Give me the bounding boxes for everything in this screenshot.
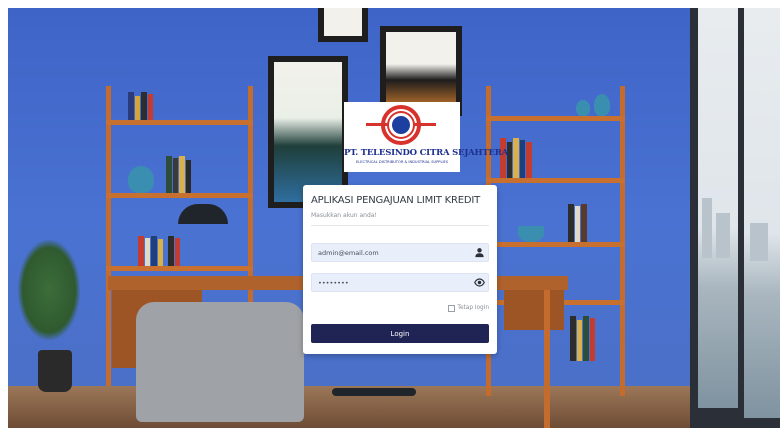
book (581, 204, 587, 242)
book (158, 239, 163, 266)
book (513, 138, 519, 178)
desk-drawers (504, 290, 564, 330)
book (141, 92, 147, 120)
login-button[interactable]: Login (311, 324, 489, 343)
shelf-post (620, 86, 625, 396)
vase (594, 94, 610, 116)
email-input[interactable] (312, 244, 472, 261)
company-name: PT. TELESINDO CITRA SEJAHTERA (344, 148, 509, 158)
page: PT. TELESINDO CITRA SEJAHTERA ELECTRICAL… (0, 0, 780, 428)
book (145, 238, 150, 266)
company-logo: PT. TELESINDO CITRA SEJAHTERA ELECTRICAL… (344, 102, 509, 172)
login-title: APLIKASI PENGAJUAN LIMIT KREDIT (311, 195, 481, 206)
remember-label: Tetap login (457, 305, 489, 311)
password-input[interactable] (312, 274, 472, 291)
book (500, 138, 506, 178)
email-field-wrapper (311, 243, 489, 262)
vase (576, 100, 590, 116)
shelf-board (486, 242, 625, 247)
office-chair (136, 302, 304, 422)
eye-icon[interactable] (474, 277, 485, 288)
picture-art-left (274, 62, 342, 202)
book (583, 316, 589, 361)
remember-checkbox[interactable] (448, 304, 456, 312)
shelf-post (106, 86, 111, 386)
book (135, 96, 140, 120)
desk-leg (544, 290, 550, 428)
shelf-board (106, 120, 253, 125)
chair-base (332, 388, 416, 396)
book (186, 160, 191, 193)
book (590, 318, 595, 361)
window-pane-right (744, 8, 780, 418)
logo-emblem (389, 113, 413, 137)
book (570, 316, 576, 361)
book (151, 236, 157, 266)
book (128, 92, 134, 120)
shelf-board (486, 116, 625, 121)
book (173, 158, 178, 193)
book (175, 238, 180, 266)
picture-art-top (324, 8, 362, 36)
shelf-board (106, 193, 253, 198)
book (168, 236, 174, 266)
company-tagline: ELECTRICAL DISTRIBUTOR & INDUSTRIAL SUPP… (355, 160, 449, 164)
user-icon (475, 248, 484, 258)
password-field-wrapper (311, 273, 489, 292)
city-building (750, 223, 768, 261)
book (166, 156, 172, 193)
remember-login[interactable]: Tetap login (448, 303, 489, 313)
plant-leaves (18, 240, 80, 340)
bowl (518, 226, 544, 242)
book (577, 320, 582, 361)
book (526, 142, 532, 178)
shelf-board (486, 178, 625, 183)
vase (128, 166, 154, 193)
shelf-board (106, 266, 253, 271)
city-building (716, 213, 730, 258)
city-building (702, 198, 712, 258)
login-card: APLIKASI PENGAJUAN LIMIT KREDIT Masukkan… (303, 185, 497, 354)
divider (311, 225, 489, 226)
plant-pot (38, 350, 72, 392)
login-subtitle: Masukkan akun anda! (311, 212, 377, 219)
book (575, 206, 580, 242)
book (520, 140, 525, 178)
book (138, 236, 144, 266)
book (148, 94, 153, 120)
picture-art-right (386, 32, 456, 112)
book (568, 204, 574, 242)
book (179, 156, 185, 193)
